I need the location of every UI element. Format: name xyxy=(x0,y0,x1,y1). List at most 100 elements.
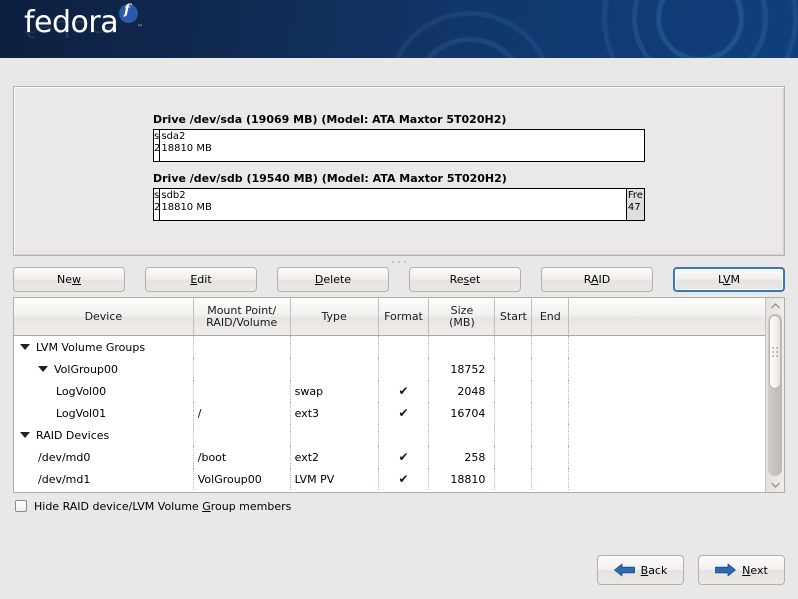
back-button[interactable]: Back xyxy=(597,555,684,585)
label-part-after: roup members xyxy=(210,499,292,513)
cell-size: 258 xyxy=(429,446,496,468)
cell-format xyxy=(379,358,430,380)
cell-device-label: LogVol00 xyxy=(56,384,107,398)
cell-type: swap xyxy=(291,380,379,402)
cell-device-label: VolGroup00 xyxy=(54,362,118,376)
column-header-label: Type xyxy=(321,309,347,323)
cell-size: 18752 xyxy=(429,358,496,380)
check-icon: ✔ xyxy=(398,450,409,464)
partition-action-buttons: New Edit Delete Reset RAID LVM xyxy=(13,266,785,292)
cell-mount-point xyxy=(194,424,291,446)
cell-device-label: LVM Volume Groups xyxy=(36,340,146,354)
app-header-banner: fedora f ™ fedora xyxy=(0,0,798,58)
raid-button[interactable]: RAID xyxy=(541,266,653,292)
column-header-start[interactable]: Start xyxy=(495,298,533,335)
drive-block-sdb: Drive /dev/sdb (19540 MB) (Model: ATA Ma… xyxy=(153,172,645,221)
lvm-button[interactable]: LVM xyxy=(673,266,785,292)
cell-spacer xyxy=(569,336,765,358)
reset-button[interactable]: Reset xyxy=(409,266,521,292)
back-button-label: Back xyxy=(640,563,668,577)
partition-block[interactable]: sdb2 18810 MB xyxy=(160,189,627,220)
edit-button[interactable]: Edit xyxy=(145,266,257,292)
partition-block[interactable]: sda2 18810 MB xyxy=(160,130,644,161)
column-header-end[interactable]: End xyxy=(532,298,570,335)
column-header-mount-point[interactable]: Mount Point/RAID/Volume xyxy=(194,298,291,335)
cell-spacer xyxy=(569,358,765,380)
cell-spacer xyxy=(569,424,765,446)
cell-format: ✔ xyxy=(379,380,430,402)
delete-button-label: Delete xyxy=(314,272,352,286)
column-header-label: End xyxy=(539,309,561,323)
expander-triangle-icon[interactable] xyxy=(20,432,30,438)
hide-raid-lvm-members-row[interactable]: Hide RAID device/LVM Volume Group member… xyxy=(15,498,291,514)
cell-format: ✔ xyxy=(379,446,430,468)
column-header-type[interactable]: Type xyxy=(291,298,379,335)
drive-title: Drive /dev/sda (19069 MB) (Model: ATA Ma… xyxy=(153,113,507,126)
column-header-format[interactable]: Format xyxy=(379,298,430,335)
cell-size: 16704 xyxy=(429,402,496,424)
cell-mount-point xyxy=(194,380,291,402)
cell-end xyxy=(532,358,570,380)
cell-format xyxy=(379,424,430,446)
scroll-down-icon[interactable] xyxy=(766,477,784,492)
expander-triangle-icon[interactable] xyxy=(20,344,30,350)
hide-raid-lvm-members-checkbox[interactable] xyxy=(15,500,27,512)
trademark-mark: ™ xyxy=(137,24,143,31)
table-vertical-scrollbar[interactable] xyxy=(765,298,784,492)
cell-mount-point: /boot xyxy=(194,446,291,468)
cell-type xyxy=(291,336,379,358)
partition-block-free[interactable]: Fre 47 xyxy=(626,189,644,220)
column-header-device[interactable]: Device xyxy=(14,298,194,335)
table-row[interactable]: RAID Devices xyxy=(14,424,765,446)
scroll-up-icon[interactable] xyxy=(766,298,784,313)
drive-display-panel: Drive /dev/sda (19069 MB) (Model: ATA Ma… xyxy=(13,86,785,256)
cell-end xyxy=(532,402,570,424)
drive-block-sda: Drive /dev/sda (19069 MB) (Model: ATA Ma… xyxy=(153,113,645,162)
table-row[interactable]: LogVol00 swap ✔ 2048 xyxy=(14,380,765,402)
scrollbar-track[interactable] xyxy=(768,314,783,476)
cell-end xyxy=(532,468,570,490)
table-row[interactable]: VolGroup00 18752 xyxy=(14,358,765,380)
cell-start xyxy=(495,402,533,424)
check-icon: ✔ xyxy=(398,472,409,486)
table-row[interactable]: /dev/md0/boot ext2 ✔ 258 xyxy=(14,446,765,468)
cell-format xyxy=(379,336,430,358)
fedora-f-glyph: f xyxy=(124,2,131,18)
partition-size: 2 xyxy=(154,202,161,213)
cell-device-label: /dev/md1 xyxy=(38,472,91,486)
table-row[interactable]: LogVol01 /ext3 ✔ 16704 xyxy=(14,402,765,424)
cell-start xyxy=(495,358,533,380)
column-header-size[interactable]: Size (MB) xyxy=(429,298,496,335)
cell-spacer xyxy=(569,446,765,468)
drive-bar[interactable]: s 2 sda2 18810 MB xyxy=(153,129,645,162)
partition-size: 18810 MB xyxy=(161,202,212,213)
cell-end xyxy=(532,336,570,358)
delete-button[interactable]: Delete xyxy=(277,266,389,292)
cell-device: RAID Devices xyxy=(14,424,194,446)
partition-name: sdb2 xyxy=(161,190,186,201)
partition-name: s xyxy=(154,190,160,201)
cell-end xyxy=(532,424,570,446)
column-header-label: Mount Point/RAID/Volume xyxy=(206,303,278,329)
cell-size xyxy=(429,424,496,446)
cell-spacer xyxy=(569,380,765,402)
partition-table: Device Mount Point/RAID/Volume Type Form… xyxy=(13,297,785,493)
expander-triangle-icon[interactable] xyxy=(38,366,48,372)
cell-type: ext2 xyxy=(291,446,379,468)
cell-device: LVM Volume Groups xyxy=(14,336,194,358)
fedora-logo-reflection: fedora xyxy=(24,15,119,42)
table-row[interactable]: /dev/md1 VolGroup00 LVM PV ✔ 18810 xyxy=(14,468,765,490)
partition-table-rows: LVM Volume Groups VolGroup00 18752 LogVol00… xyxy=(14,336,765,490)
cell-start xyxy=(495,468,533,490)
cell-device: LogVol01 xyxy=(14,402,194,424)
new-button[interactable]: New xyxy=(13,266,125,292)
cell-device: /dev/md0 xyxy=(14,446,194,468)
scrollbar-thumb[interactable] xyxy=(769,315,782,389)
column-header-label: Size (MB) xyxy=(449,303,475,329)
label-part-before: Hide RAID device/LVM Volume xyxy=(34,499,203,513)
drive-bar[interactable]: s 2 sdb2 18810 MB Fre 47 xyxy=(153,188,645,221)
table-row[interactable]: LVM Volume Groups xyxy=(14,336,765,358)
column-header-label: Device xyxy=(84,309,123,323)
next-button[interactable]: Next xyxy=(698,555,785,585)
cell-format: ✔ xyxy=(379,402,430,424)
